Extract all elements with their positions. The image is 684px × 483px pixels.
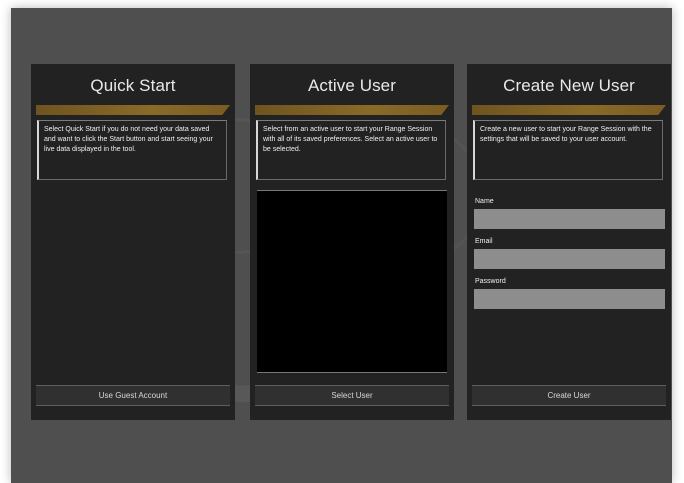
use-guest-account-button[interactable]: Use Guest Account	[36, 385, 230, 406]
create-user-title: Create New User	[503, 76, 635, 95]
password-field[interactable]	[474, 289, 665, 309]
name-field[interactable]	[474, 209, 665, 229]
accent-bar	[36, 105, 230, 115]
quick-start-panel: Quick Start Select Quick Start if you do…	[31, 64, 235, 420]
create-user-panel: Create New User Create a new user to sta…	[467, 64, 671, 420]
active-user-panel: Active User Select from an active user t…	[250, 64, 454, 420]
email-field[interactable]	[474, 249, 665, 269]
quick-start-description: Select Quick Start if you do not need yo…	[37, 120, 227, 180]
accent-bar	[472, 105, 666, 115]
quick-start-title: Quick Start	[90, 76, 176, 95]
login-screen: ▬▬▬▬▬ Quick Start Select Quick Start if …	[11, 8, 672, 483]
active-user-description: Select from an active user to start your…	[256, 120, 446, 180]
active-user-list[interactable]	[257, 190, 447, 373]
select-user-button[interactable]: Select User	[255, 385, 449, 406]
password-label: Password	[475, 278, 506, 285]
create-user-button[interactable]: Create User	[472, 385, 666, 406]
accent-bar	[255, 105, 449, 115]
active-user-title: Active User	[307, 76, 396, 95]
email-label: Email	[475, 238, 493, 245]
create-user-description: Create a new user to start your Range Se…	[473, 120, 663, 180]
name-label: Name	[475, 198, 494, 205]
